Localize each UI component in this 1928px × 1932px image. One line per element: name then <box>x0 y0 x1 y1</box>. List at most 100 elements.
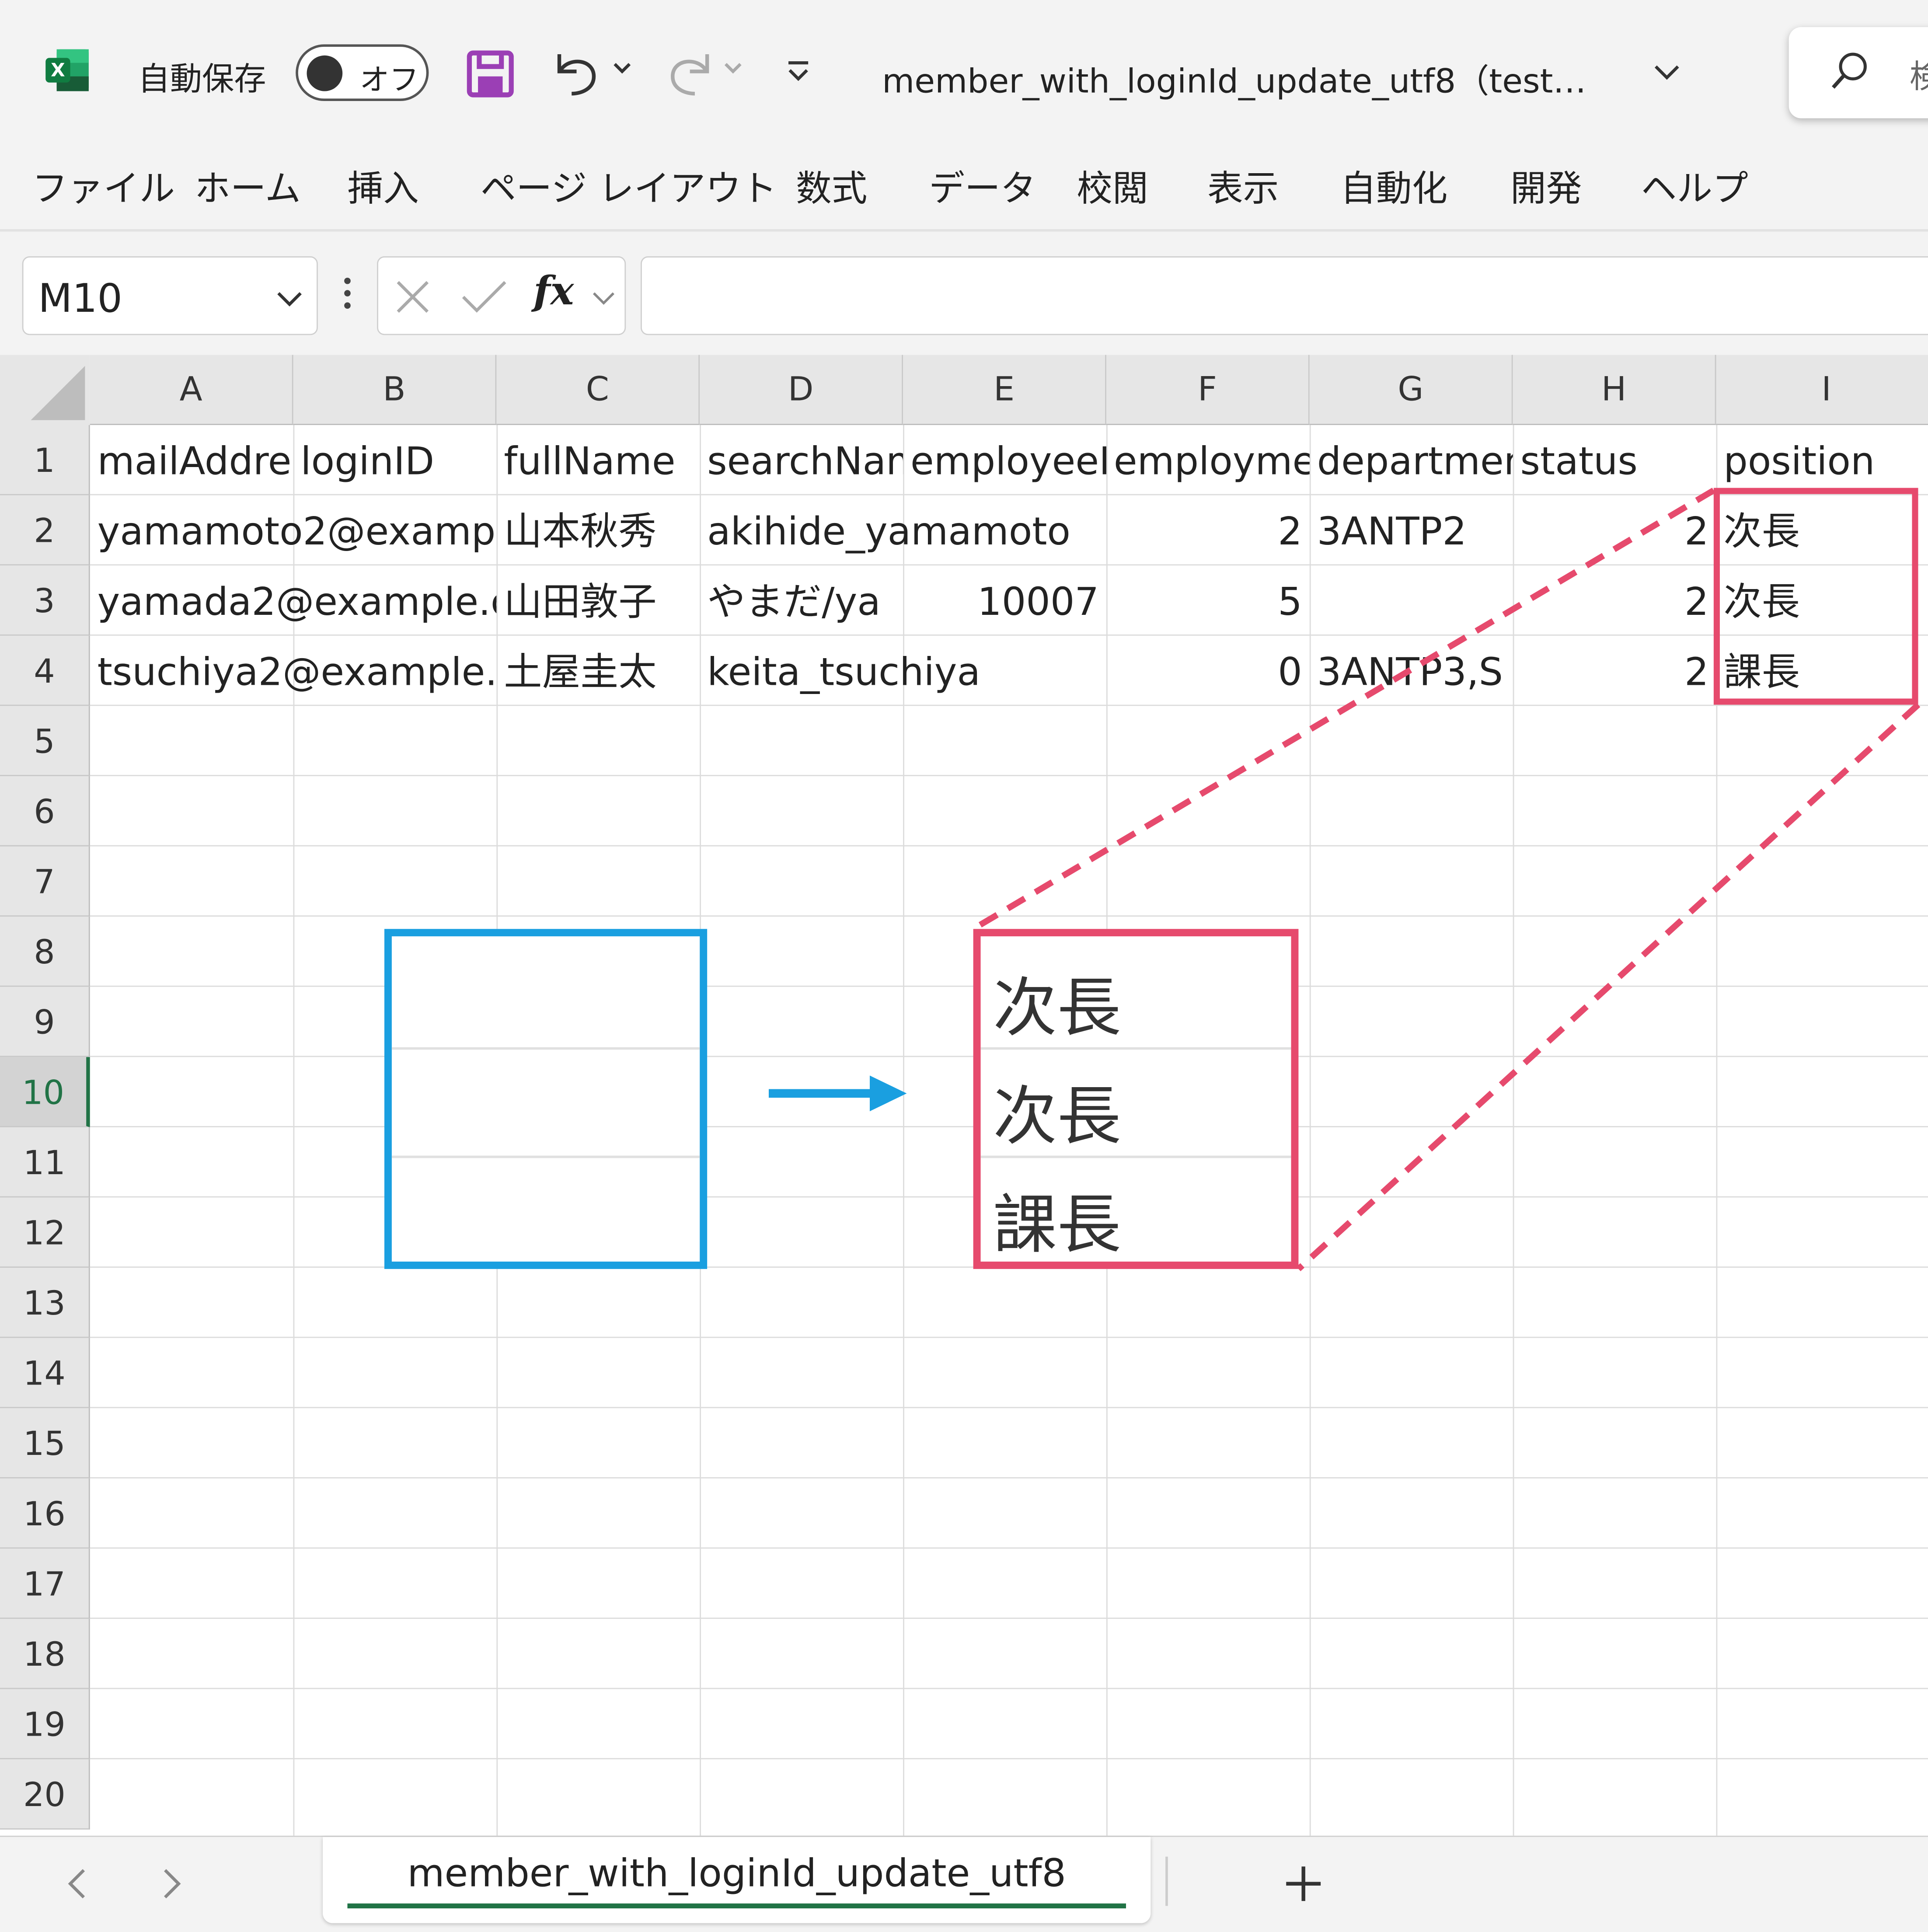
cell-c2[interactable]: 山本秋秀 <box>496 495 700 566</box>
tab-view[interactable]: 表示 <box>1207 160 1279 212</box>
insert-function-button[interactable]: fx <box>533 267 574 314</box>
add-sheet-icon[interactable] <box>1281 1862 1325 1911</box>
cell-e1[interactable]: employeeId <box>903 425 1106 495</box>
excel-logo-icon: X <box>44 47 91 94</box>
cell-h4[interactable]: 2 <box>1513 636 1716 706</box>
chevron-down-icon[interactable] <box>275 285 304 319</box>
row-header[interactable]: 2 <box>0 495 90 566</box>
row-header[interactable]: 14 <box>0 1338 90 1409</box>
row-header[interactable]: 3 <box>0 565 90 636</box>
cell-g2[interactable]: 3ANTP2 <box>1310 495 1513 566</box>
tab-formulas[interactable]: 数式 <box>796 160 867 212</box>
gridline <box>90 1407 1928 1409</box>
redo-dropdown-icon[interactable] <box>722 57 744 84</box>
cell-b1[interactable]: loginID <box>293 425 497 495</box>
tab-insert[interactable]: 挿入 <box>347 160 418 212</box>
column-header-h[interactable]: H <box>1513 355 1716 425</box>
search-box[interactable]: 検 <box>1789 27 1928 119</box>
undo-icon[interactable] <box>550 49 604 104</box>
tab-review[interactable]: 校閲 <box>1077 160 1148 212</box>
row-header[interactable]: 18 <box>0 1618 90 1689</box>
undo-dropdown-icon[interactable] <box>611 57 633 84</box>
sheet-tab-active[interactable]: member_with_loginId_update_utf8 <box>323 1837 1151 1923</box>
cell-c3[interactable]: 山田敦子 <box>496 565 700 636</box>
cell-e3[interactable]: 10007 <box>903 565 1106 636</box>
column-header-g[interactable]: G <box>1309 355 1513 425</box>
cell-c4[interactable]: 土屋圭太 <box>496 636 700 706</box>
document-title[interactable]: member_with_loginId_update_utf8（test… <box>882 54 1586 102</box>
cell-f2[interactable]: 2 <box>1106 495 1310 566</box>
toggle-knob <box>307 55 343 91</box>
row-header[interactable]: 20 <box>0 1759 90 1830</box>
row-header[interactable]: 19 <box>0 1689 90 1760</box>
row-header[interactable]: 16 <box>0 1478 90 1549</box>
tab-data[interactable]: データ <box>929 160 1036 212</box>
row-header[interactable]: 6 <box>0 776 90 847</box>
worksheet-grid[interactable]: A B C D E F G H I 1 2 3 4 5 6 7 8 9 10 1… <box>0 355 1928 1836</box>
cell-g4[interactable]: 3ANTP3,S <box>1310 636 1513 706</box>
cell-i1[interactable]: position <box>1716 425 1925 495</box>
cell-a1[interactable]: mailAddress <box>90 425 293 495</box>
row-header[interactable]: 1 <box>0 425 90 495</box>
sheet-tab-bar: member_with_loginId_update_utf8 <box>0 1835 1928 1932</box>
row-header[interactable]: 8 <box>0 917 90 987</box>
row-header[interactable]: 12 <box>0 1197 90 1268</box>
cell-e4[interactable] <box>903 636 1106 706</box>
row-header[interactable]: 4 <box>0 635 90 706</box>
enter-check-icon[interactable] <box>460 277 509 321</box>
customize-qat-icon[interactable] <box>784 57 813 91</box>
cancel-icon[interactable] <box>393 277 432 321</box>
cell-g1[interactable]: department <box>1310 425 1513 495</box>
tab-automate[interactable]: 自動化 <box>1340 160 1447 212</box>
cell-f4[interactable]: 0 <box>1106 636 1310 706</box>
gridline <box>90 775 1928 776</box>
row-header[interactable]: 9 <box>0 987 90 1057</box>
cell-f1[interactable]: employment <box>1106 425 1310 495</box>
row-header[interactable]: 7 <box>0 846 90 917</box>
cell-d3[interactable]: やまだ/ya <box>700 565 903 636</box>
tab-file[interactable]: ファイル <box>32 160 175 212</box>
column-header-e[interactable]: E <box>903 355 1106 425</box>
column-header-i[interactable]: I <box>1716 355 1928 425</box>
tab-page-layout[interactable]: ページ レイアウト <box>481 160 777 212</box>
cell-c1[interactable]: fullName <box>496 425 700 495</box>
cell-a3[interactable]: yamada2@example.com <box>90 565 497 636</box>
row-header[interactable]: 15 <box>0 1408 90 1479</box>
cell-a4[interactable]: tsuchiya2@example.com <box>90 636 497 706</box>
cell-a2[interactable]: yamamoto2@example <box>90 495 497 566</box>
cell-e2[interactable] <box>903 495 1106 566</box>
formula-input[interactable] <box>640 256 1928 335</box>
redo-icon[interactable] <box>663 49 717 104</box>
cell-h2[interactable]: 2 <box>1513 495 1716 566</box>
title-dropdown-icon[interactable] <box>1651 57 1683 94</box>
autosave-label: 自動保存 <box>138 61 266 99</box>
tab-developer[interactable]: 開発 <box>1510 160 1582 212</box>
row-header-active[interactable]: 10 <box>0 1057 90 1127</box>
tab-home[interactable]: ホーム <box>195 160 301 212</box>
chevron-left-icon[interactable] <box>64 1866 91 1906</box>
gridline <box>90 915 1928 917</box>
column-header-c[interactable]: C <box>496 355 700 425</box>
chevron-right-icon[interactable] <box>158 1866 185 1906</box>
save-icon[interactable] <box>466 49 515 104</box>
chevron-down-icon[interactable] <box>590 287 617 317</box>
cell-h3[interactable]: 2 <box>1513 565 1716 636</box>
cell-g3[interactable] <box>1310 565 1513 636</box>
name-box[interactable]: M10 <box>22 256 318 335</box>
row-header[interactable]: 13 <box>0 1268 90 1338</box>
column-header-f[interactable]: F <box>1106 355 1310 425</box>
row-header[interactable]: 17 <box>0 1548 90 1619</box>
row-header[interactable]: 5 <box>0 706 90 776</box>
select-all-corner[interactable] <box>0 355 90 425</box>
more-options-icon[interactable] <box>338 273 357 317</box>
cell-h1[interactable]: status <box>1513 425 1716 495</box>
column-header-a[interactable]: A <box>90 355 293 425</box>
cell-f3[interactable]: 5 <box>1106 565 1310 636</box>
autosave-toggle[interactable]: オフ <box>296 44 429 101</box>
formula-buttons: fx <box>377 256 626 335</box>
row-header[interactable]: 11 <box>0 1127 90 1198</box>
column-header-d[interactable]: D <box>700 355 903 425</box>
cell-d1[interactable]: searchName <box>700 425 903 495</box>
tab-help[interactable]: ヘルプ <box>1641 160 1748 212</box>
column-header-b[interactable]: B <box>293 355 497 425</box>
